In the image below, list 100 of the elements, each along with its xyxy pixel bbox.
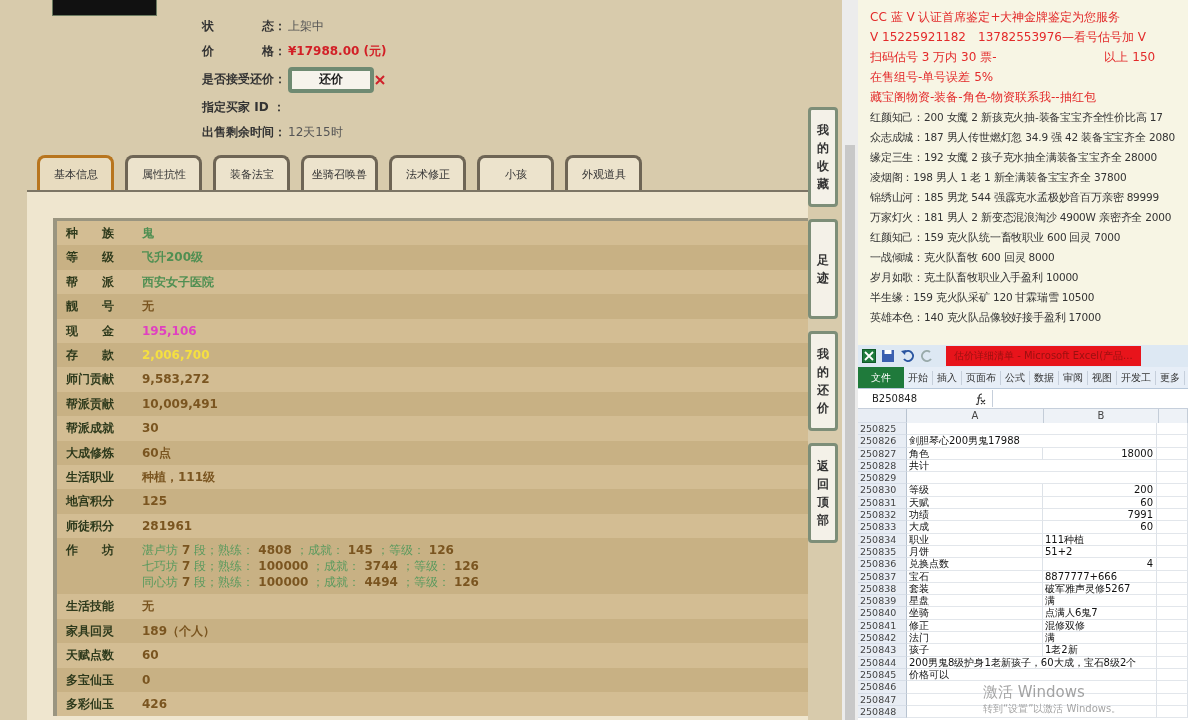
row-label: 靓 号: [65, 298, 115, 316]
note-line: 扫码估号 3 万内 30 票- 以上 150: [870, 49, 1157, 66]
scrollbar[interactable]: [842, 0, 858, 720]
table-cell: [1157, 632, 1188, 645]
row-label: 等 级: [65, 249, 115, 267]
select-all-corner[interactable]: [858, 409, 907, 423]
row-number: 250843: [858, 644, 907, 657]
tab[interactable]: 属性抗性: [125, 155, 202, 190]
table-cell: [1157, 693, 1188, 706]
row-value: 125: [142, 493, 168, 511]
field-label: 出售剩余时间：: [202, 124, 287, 141]
table-cell: 混修双修: [1043, 619, 1157, 633]
row-label: 天赋点数: [65, 647, 115, 665]
table-cell: 200男鬼8级护身1老新孩子，60大成，宝石8级2个: [907, 656, 1157, 669]
tab[interactable]: 装备法宝: [213, 155, 290, 190]
row-label: 生活职业: [65, 469, 115, 487]
table-cell: [1157, 459, 1188, 473]
row-label: 现 金: [64, 322, 115, 340]
table-cell: 价格可以: [907, 668, 1157, 682]
row-number: 250830: [858, 484, 907, 497]
row-value: 60点: [142, 444, 171, 462]
note-line: 英雄本色：140 克火队品像较好接手盈利 17000: [870, 310, 1102, 325]
row-number: 250833: [858, 521, 907, 534]
tab[interactable]: 坐骑召唤兽: [301, 155, 378, 190]
note-line: 凌烟阁：198 男人 1 老 1 新全满装备宝宝齐全 37800: [870, 170, 1128, 185]
table-cell: [1157, 681, 1188, 694]
spreadsheet-icon[interactable]: [862, 349, 876, 363]
row-label: 多彩仙玉: [65, 695, 115, 713]
row-value: 426: [142, 695, 168, 713]
row-value: 无: [142, 298, 154, 316]
row-value: 60: [142, 647, 159, 665]
table-cell: [1157, 619, 1188, 633]
field-value: 12天15时: [288, 124, 343, 141]
table-cell: 破军雅声灵修5267: [1043, 582, 1157, 596]
table-cell: 1老2新: [1043, 644, 1157, 657]
table-cell: 满: [1043, 632, 1157, 645]
counter-offer-button[interactable]: 还价: [288, 66, 374, 93]
name-box[interactable]: B250848: [858, 393, 946, 404]
table-cell: [1157, 668, 1188, 682]
row-label: 存 款: [65, 347, 115, 365]
ribbon-tab[interactable]: 审阅: [1059, 370, 1088, 385]
field-label: 价 格：: [202, 43, 287, 60]
ribbon-tab[interactable]: 页面布: [962, 370, 1001, 385]
workshop-line: 湛卢坊 7 段；熟练： 4808 ；成就： 145 ；等级： 126: [142, 542, 455, 559]
row-number: 250829: [858, 472, 907, 485]
row-label: 生活技能: [65, 598, 115, 616]
table-cell: 兑换点数: [907, 558, 1043, 571]
tab[interactable]: 基本信息: [37, 155, 114, 190]
table-cell: 60: [1043, 521, 1157, 534]
tab[interactable]: 外观道具: [565, 155, 642, 190]
table-cell: 功绩: [907, 509, 1043, 522]
table-cell: [1157, 509, 1188, 522]
function-icon[interactable]: [974, 392, 986, 405]
field-value: 上架中: [288, 18, 324, 35]
row-label: 帮派成就: [65, 420, 115, 438]
table-cell: 修正: [907, 619, 1043, 633]
window-title: 估价详细清单 - Microsoft Excel(产品...: [946, 346, 1141, 366]
row-value: 30: [142, 420, 159, 438]
table-cell: 职业: [907, 533, 1043, 546]
row-value: 无: [142, 598, 154, 616]
table-cell: [1157, 582, 1188, 596]
note-line: 岁月如歌：克土队畜牧职业入手盈利 10000: [870, 270, 1080, 285]
tab[interactable]: 法术修正: [389, 155, 466, 190]
table-cell: 大成: [907, 521, 1043, 534]
table-cell: 星盘: [907, 595, 1043, 608]
field-label: 状 态：: [202, 18, 287, 35]
side-button[interactable]: 我的收藏: [808, 107, 838, 207]
redo-icon[interactable]: [921, 349, 935, 363]
side-button[interactable]: 足迹: [808, 219, 838, 319]
table-cell: [1157, 607, 1188, 620]
ribbon-tab[interactable]: 数据: [1030, 370, 1059, 385]
ribbon-tab[interactable]: 开始: [904, 370, 933, 385]
row-label: 师门贡献: [65, 371, 115, 389]
field-label: 指定买家 ID ：: [202, 99, 286, 116]
table-cell: [1157, 545, 1188, 559]
workshop-line: 同心坊 7 段；熟练： 100000 ；成就： 4494 ；等级： 126: [142, 574, 480, 591]
ribbon-tab[interactable]: 更多: [1156, 370, 1185, 385]
save-icon[interactable]: [881, 349, 895, 363]
workshop-line: 七巧坊 7 段；熟练： 100000 ；成就： 3744 ；等级： 126: [142, 558, 480, 575]
table-cell: [1157, 570, 1188, 583]
column-header[interactable]: A: [907, 409, 1044, 423]
ribbon-tab[interactable]: 插入: [933, 370, 962, 385]
cross-icon: [375, 74, 385, 85]
column-header[interactable]: B: [1044, 409, 1159, 423]
row-value: 鬼: [142, 225, 154, 242]
side-button[interactable]: 我的还价: [808, 331, 838, 431]
side-button[interactable]: 返回顶部: [808, 443, 838, 543]
undo-icon[interactable]: [900, 349, 916, 363]
row-value: 9,583,272: [142, 371, 210, 389]
row-value: 195,106: [142, 322, 197, 340]
table-cell: [1157, 447, 1188, 460]
ribbon-tab[interactable]: 视图: [1088, 370, 1117, 385]
table-cell: [1157, 644, 1188, 657]
row-value: 2,006,700: [142, 347, 210, 365]
ribbon-tab[interactable]: 开发工: [1117, 370, 1156, 385]
tab[interactable]: 小孩: [477, 155, 554, 190]
table-cell: [1157, 496, 1188, 510]
table-cell: 宝石: [907, 570, 1043, 583]
ribbon-tab[interactable]: 公式: [1001, 370, 1030, 385]
row-label: 帮 派: [65, 273, 115, 291]
